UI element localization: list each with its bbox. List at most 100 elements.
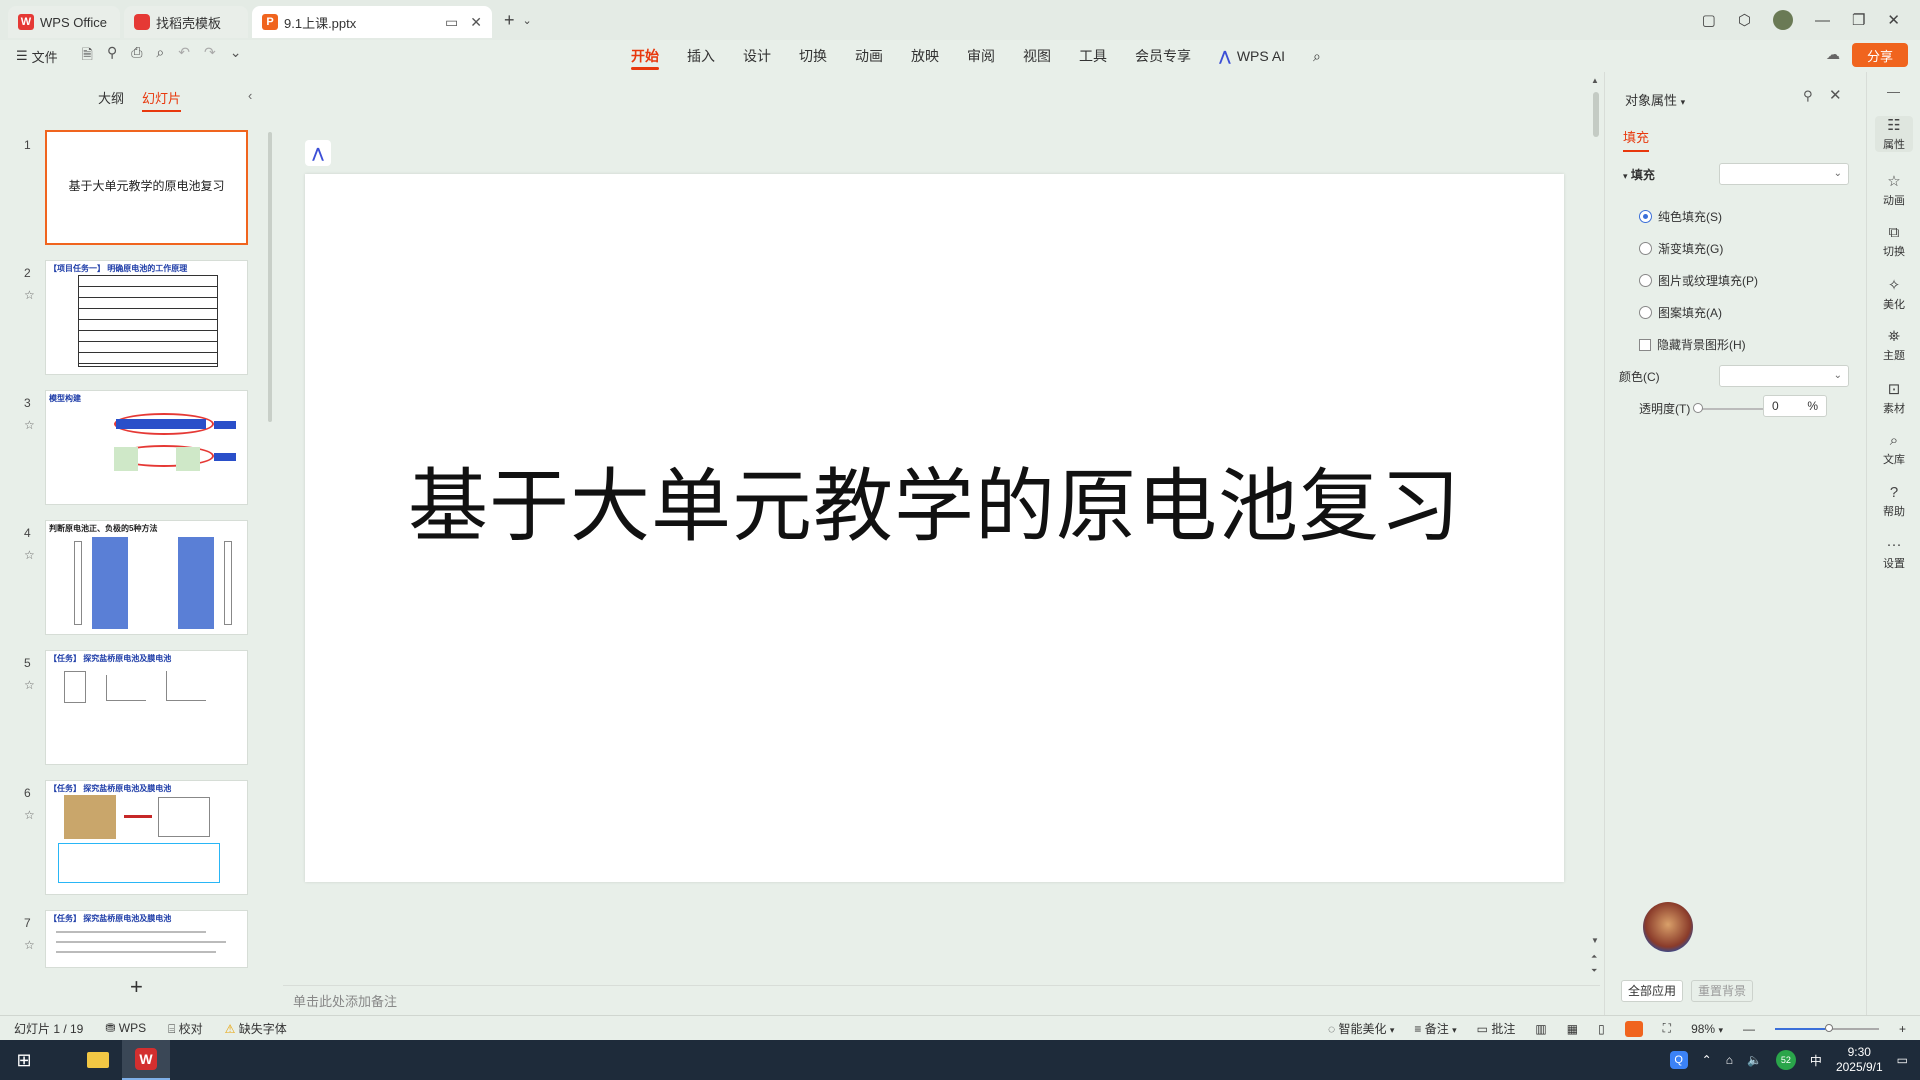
menu-start[interactable]: 开始 [617,40,673,72]
menu-wps-ai[interactable]: ⋀ WPS AI [1205,40,1299,72]
slide-sorter-icon[interactable]: ▦ [1567,1022,1578,1036]
menu-member[interactable]: 会员专享 [1121,40,1205,72]
minimize-icon[interactable]: — [1815,12,1830,29]
slider-knob[interactable] [1693,403,1703,413]
slide-title[interactable]: 基于大单元教学的原电池复习 [305,442,1564,558]
notes-area[interactable]: 单击此处添加备注 [283,985,1600,1015]
sidebar-item-settings[interactable]: ··· 设置 [1867,536,1920,571]
transparency-input[interactable]: 0 % [1763,395,1827,417]
menu-view[interactable]: 视图 [1009,40,1065,72]
qq-icon[interactable]: Q [1669,1051,1688,1069]
slide-thumbnail-7[interactable]: 【任务】 探究盐桥原电池及膜电池 [45,910,248,968]
normal-view-icon[interactable]: ▥ [1535,1022,1546,1036]
tab-active-file[interactable]: P 9.1上课.pptx ▭ ✕ [252,6,492,38]
slide-canvas[interactable]: 基于大单元教学的原电池复习 [305,174,1564,882]
wps-taskbar-icon[interactable]: W [122,1040,170,1080]
file-menu[interactable]: ☰ 文件 [16,47,58,66]
zoom-slider[interactable] [1774,1023,1879,1032]
sidebar-item-properties[interactable]: ☷ 属性 [1875,116,1913,152]
collapse-sidebar-icon[interactable]: — [1887,84,1900,99]
sidebar-item-assets[interactable]: ⊡ 素材 [1867,380,1920,416]
apply-all-button[interactable]: 全部应用 [1621,980,1684,1002]
hide-background-checkbox[interactable]: 隐藏背景图形(H) [1639,336,1746,353]
menu-animation[interactable]: 动画 [841,40,897,72]
more-chevron-icon[interactable]: ⌄ [230,44,242,68]
collapse-panel-icon[interactable]: ‹ [248,88,252,103]
print-preview-icon[interactable]: ⌕ [156,44,164,68]
tab-layout-icon[interactable]: ▢ [1702,11,1716,29]
cloud-upload-icon[interactable]: ☁ [1826,46,1840,63]
tray-chevron-icon[interactable]: ⌃ [1702,1053,1712,1067]
slide-thumbnail-1[interactable]: 基于大单元教学的原电池复习 [45,130,248,245]
sidebar-item-animation[interactable]: ☆ 动画 [1867,172,1920,208]
color-dropdown[interactable]: ⌄ [1719,365,1849,387]
fill-section-header[interactable]: ▾ 填充 [1623,166,1655,183]
proofread-button[interactable]: ⌸ 校对 [168,1020,203,1037]
star-icon[interactable]: ☆ [24,678,35,692]
sidebar-item-library[interactable]: ⌕ 文库 [1867,432,1920,467]
zoom-in-icon[interactable]: + [1899,1022,1906,1036]
scroll-up-icon[interactable]: ▲ [1591,76,1599,85]
redo-icon[interactable]: ↷ [204,44,216,68]
save-icon[interactable]: 🗎 [82,44,93,68]
clock[interactable]: 9:30 2025/9/1 [1836,1045,1883,1075]
new-tab-icon[interactable]: + [504,10,515,31]
scroll-down-icon[interactable]: ▼ [1591,936,1599,945]
play-slideshow-icon[interactable] [1624,1020,1643,1037]
sidebar-item-help[interactable]: ? 帮助 [1867,484,1920,519]
maximize-icon[interactable]: ❐ [1852,11,1865,29]
sidebar-item-beautify[interactable]: ✧ 美化 [1867,276,1920,312]
menu-insert[interactable]: 插入 [673,40,729,72]
star-icon[interactable]: ☆ [24,418,35,432]
prev-slide-icon[interactable]: ⏶ [1591,952,1597,962]
menu-slideshow[interactable]: 放映 [897,40,953,72]
tab-wps-office[interactable]: W WPS Office [8,6,120,38]
volume-icon[interactable]: 🔈 [1747,1053,1762,1067]
missing-font-button[interactable]: ⚠ 缺失字体 [225,1020,287,1037]
tab-find-template[interactable]: 找稻壳模板 [124,6,248,38]
comments-button[interactable]: ▭ 批注 [1477,1020,1516,1037]
sidebar-item-transition[interactable]: ⧉ 切换 [1867,224,1920,259]
tab-outline[interactable]: 大纲 [98,88,124,107]
radio-solid-fill[interactable]: 纯色填充(S) [1639,208,1722,225]
close-icon[interactable]: ✕ [1829,86,1842,104]
windows-start-icon[interactable]: ⊞ [0,1040,48,1080]
scrollbar-thumb[interactable] [1593,92,1599,137]
zoom-knob[interactable] [1824,1023,1833,1032]
radio-gradient-fill[interactable]: 渐变填充(G) [1639,240,1723,257]
print-icon[interactable]: ⎙ [131,44,142,68]
next-slide-icon[interactable]: ⏷ [1591,966,1597,976]
tab-list-chevron-icon[interactable]: ⌄ [523,14,532,27]
star-icon[interactable]: ☆ [24,808,35,822]
slide-panel-scrollbar[interactable] [268,132,272,422]
add-slide-button[interactable]: + [130,974,143,1000]
network-icon[interactable]: ⌂ [1726,1053,1733,1067]
wps-cloud-status[interactable]: ⛃ WPS [105,1021,146,1035]
undo-icon[interactable]: ↶ [178,44,190,68]
radio-picture-fill[interactable]: 图片或纹理填充(P) [1639,272,1758,289]
radio-pattern-fill[interactable]: 图案填充(A) [1639,304,1722,321]
wps-ai-quick-icon[interactable]: ⋀ [305,140,331,166]
slide-thumbnail-3[interactable]: 模型构建 [45,390,248,505]
smart-beautify-button[interactable]: ◌ 智能美化 ▾ [1328,1020,1394,1037]
slide-thumbnail-2[interactable]: 【项目任务一】 明确原电池的工作原理 [45,260,248,375]
window-restore-tab-icon[interactable]: ▭ [445,14,458,31]
pin-icon[interactable]: ⚲ [1803,88,1813,104]
assistant-avatar[interactable] [1643,902,1693,952]
language-icon[interactable]: 中 [1810,1052,1822,1069]
menu-transition[interactable]: 切换 [785,40,841,72]
user-avatar[interactable] [1772,10,1793,30]
slide-thumbnail-4[interactable]: 判断原电池正、负极的5种方法 [45,520,248,635]
tab-slides[interactable]: 幻灯片 [142,88,182,112]
tab-fill[interactable]: 填充 [1623,127,1650,152]
zoom-out-icon[interactable]: — [1743,1022,1755,1036]
slide-thumbnail-5[interactable]: 【任务】 探究盐桥原电池及膜电池 [45,650,248,765]
menu-design[interactable]: 设计 [729,40,785,72]
close-tab-icon[interactable]: ✕ [470,14,482,31]
format-painter-icon[interactable]: ⚲ [107,44,117,68]
status-badge[interactable]: 52 [1775,1050,1796,1070]
star-icon[interactable]: ☆ [24,288,35,302]
fit-window-icon[interactable]: ⛶ [1663,1021,1671,1036]
share-button[interactable]: 分享 [1852,43,1908,67]
reading-view-icon[interactable]: ▯ [1598,1022,1605,1036]
